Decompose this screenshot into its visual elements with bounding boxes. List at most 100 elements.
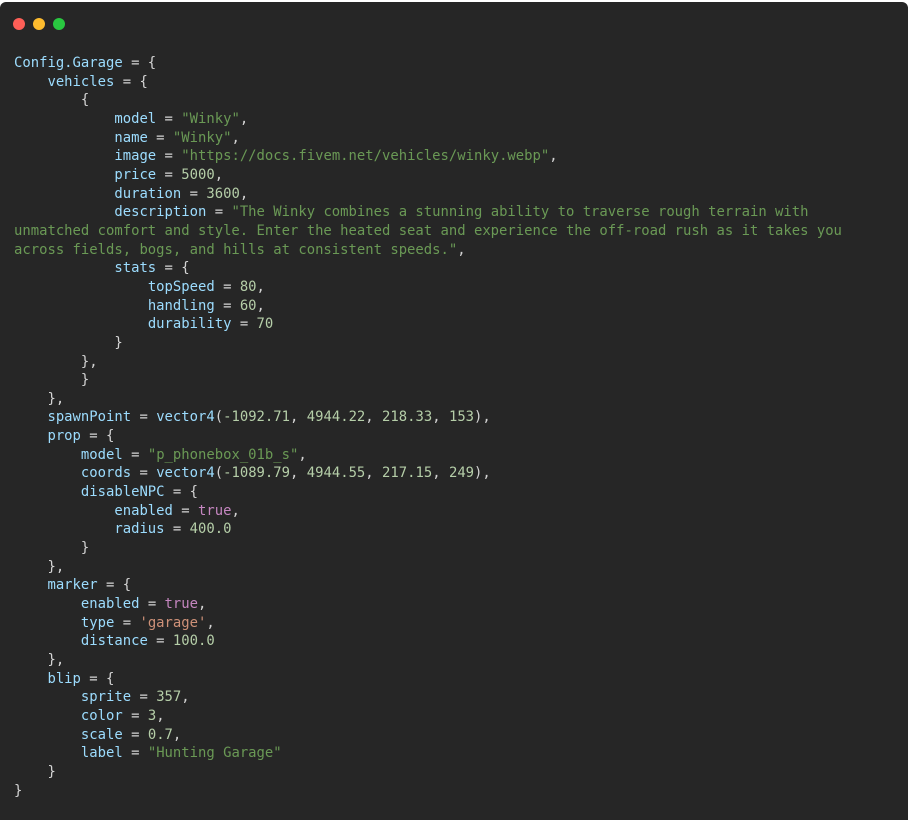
code-line: radius = 400.0 <box>14 520 842 539</box>
code-token-punct <box>14 148 114 164</box>
code-token-string: "p_phonebox_01b_s" <box>147 446 299 463</box>
code-token-string: "The Winky combines a stunning ability t… <box>231 204 809 221</box>
close-dot-icon[interactable] <box>13 18 25 30</box>
code-token-key: spawnPoint <box>47 409 132 426</box>
code-line: enabled = true, <box>14 502 842 521</box>
code-token-punct: , <box>290 409 307 426</box>
code-token-punct: ( <box>214 409 224 426</box>
code-token-key: enabled <box>114 502 173 519</box>
code-token-number: 217.15 <box>382 465 433 482</box>
code-token-key: description <box>114 204 207 221</box>
code-token-number: 218.33 <box>382 409 433 426</box>
code-token-punct: { <box>14 92 90 109</box>
code-line: unmatched comfort and style. Enter the h… <box>14 222 842 241</box>
code-token-number: 357 <box>156 689 182 706</box>
code-token-punct: , <box>457 241 466 258</box>
code-token-punct: = <box>206 204 232 221</box>
code-line: coords = vector4(-1089.79, 4944.55, 217.… <box>14 464 842 483</box>
code-token-punct: , <box>181 689 190 706</box>
code-token-punct <box>14 186 114 202</box>
code-token-number: -1092.71 <box>223 409 291 426</box>
code-line: } <box>14 782 842 801</box>
code-token-punct: ), <box>474 409 491 426</box>
code-token-number: 80 <box>239 278 257 295</box>
code-token-punct: , <box>239 110 249 127</box>
code-token-key: label <box>80 745 123 762</box>
code-token-key: type <box>80 614 115 631</box>
code-token-punct <box>14 596 81 612</box>
code-line: label = "Hunting Garage" <box>14 744 842 763</box>
code-token-punct: = <box>156 110 182 127</box>
code-token-punct: = <box>122 446 148 463</box>
code-token-punct <box>14 74 47 90</box>
code-line: across fields, bogs, and hills at consis… <box>14 241 842 260</box>
code-token-punct: , <box>432 409 449 426</box>
code-token-punct: , <box>256 278 265 295</box>
code-token-key: color <box>80 707 123 724</box>
code-token-punct <box>14 111 114 127</box>
code-line: blip = { <box>14 670 842 689</box>
code-token-punct: = <box>131 409 157 426</box>
maximize-dot-icon[interactable] <box>53 18 65 30</box>
code-token-number: 153 <box>448 409 475 426</box>
code-line: }, <box>14 390 842 409</box>
code-token-punct: = <box>164 521 190 538</box>
code-token-punct <box>14 130 114 146</box>
code-token-punct <box>14 260 114 276</box>
code-line: name = "Winky", <box>14 129 842 148</box>
code-line: topSpeed = 80, <box>14 278 842 297</box>
code-token-punct: = <box>139 596 165 613</box>
code-line: duration = 3600, <box>14 185 842 204</box>
code-token-string: "Winky" <box>181 110 240 127</box>
code-token-punct: } <box>14 334 123 351</box>
code-token-key: image <box>114 148 157 165</box>
code-token-key: marker <box>47 577 98 594</box>
code-token-number: 400.0 <box>189 521 232 538</box>
code-token-key: scale <box>80 726 123 743</box>
code-token-number: 5000 <box>181 166 215 183</box>
code-token-punct: }, <box>14 353 98 370</box>
code-token-punct: = { <box>156 260 190 277</box>
code-token-punct: = { <box>164 484 198 501</box>
code-line: image = "https://docs.fivem.net/vehicles… <box>14 147 842 166</box>
code-token-punct <box>14 521 114 537</box>
code-token-key: radius <box>114 521 165 538</box>
code-line: model = "Winky", <box>14 110 842 129</box>
code-line: marker = { <box>14 576 842 595</box>
code-token-string: unmatched comfort and style. Enter the h… <box>14 222 842 239</box>
code-line: enabled = true, <box>14 595 842 614</box>
window-titlebar <box>0 2 908 42</box>
code-token-bool: true <box>164 596 198 613</box>
code-line: } <box>14 763 842 782</box>
code-token-key: coords <box>80 465 132 482</box>
code-token-punct: }, <box>14 390 65 407</box>
minimize-dot-icon[interactable] <box>33 18 45 30</box>
code-token-key: name <box>114 129 148 146</box>
code-token-key: handling <box>147 297 215 314</box>
code-token-punct: = { <box>80 670 115 687</box>
code-window: Config.Garage = { vehicles = { { model =… <box>0 2 908 820</box>
code-token-punct <box>14 503 114 519</box>
code-line: model = "p_phonebox_01b_s", <box>14 446 842 465</box>
code-token-punct: = <box>122 707 148 724</box>
code-line: }, <box>14 353 842 372</box>
code-token-punct: } <box>14 763 56 780</box>
code-token-punct <box>14 298 148 314</box>
code-token-punct: , <box>206 614 215 631</box>
code-token-key: vehicles <box>47 73 115 90</box>
code-token-punct: , <box>432 465 449 482</box>
code-token-punct <box>14 484 81 500</box>
code-token-punct: = <box>214 297 240 314</box>
code-token-punct <box>14 465 81 481</box>
code-token-punct: , <box>231 129 240 146</box>
code-token-punct <box>14 615 81 631</box>
code-line: distance = 100.0 <box>14 632 842 651</box>
code-token-punct <box>14 167 114 183</box>
code-token-number: 4944.22 <box>306 409 366 426</box>
code-line: spawnPoint = vector4(-1092.71, 4944.22, … <box>14 408 842 427</box>
code-line: durability = 70 <box>14 315 842 334</box>
code-line: { <box>14 91 842 110</box>
code-line: sprite = 357, <box>14 688 842 707</box>
code-token-punct: = <box>181 185 207 202</box>
code-token-punct <box>14 204 114 220</box>
